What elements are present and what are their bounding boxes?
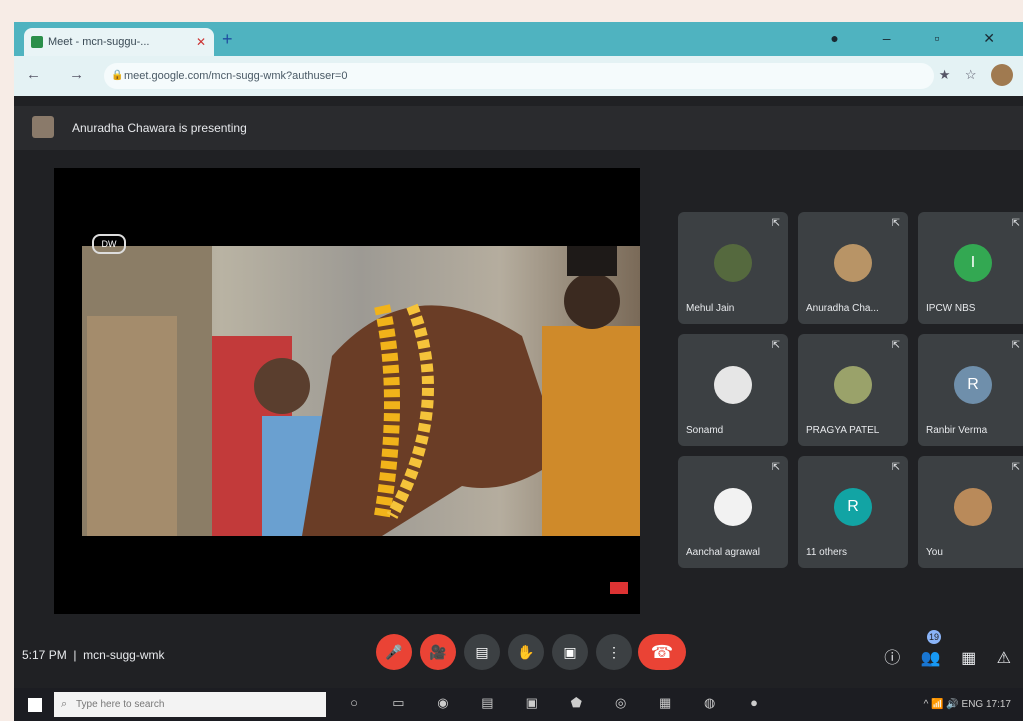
- windows-start-icon[interactable]: [28, 698, 42, 712]
- pin-icon[interactable]: ⇱: [1012, 340, 1020, 351]
- participant-tile[interactable]: ⇱ Anuradha Cha...: [798, 212, 908, 324]
- participant-tile[interactable]: ⇱ I IPCW NBS: [918, 212, 1023, 324]
- participant-name: Ranbir Verma: [926, 425, 988, 436]
- search-placeholder: Type here to search: [76, 699, 165, 710]
- meeting-details-icon[interactable]: ⓘ: [884, 644, 900, 668]
- meeting-code: mcn-sugg-wmk: [83, 648, 165, 662]
- presenting-banner: Anuradha Chawara is presenting: [14, 106, 1023, 150]
- app-icon[interactable]: ●: [744, 695, 764, 710]
- participant-tile[interactable]: ⇱ Sonamd: [678, 334, 788, 446]
- avatar: I: [954, 244, 992, 282]
- avatar: [954, 488, 992, 526]
- app-icon[interactable]: ◎: [611, 695, 631, 711]
- url-field[interactable]: 🔒 meet.google.com/mcn-sugg-wmk?authuser=…: [104, 63, 934, 89]
- app-icon[interactable]: ⬟: [566, 695, 586, 711]
- participant-tile[interactable]: ⇱ R Ranbir Verma: [918, 334, 1023, 446]
- raise-hand-icon[interactable]: ✋: [508, 634, 544, 670]
- participant-tile[interactable]: ⇱ You: [918, 456, 1023, 568]
- present-screen-icon[interactable]: ▣: [552, 634, 588, 670]
- browser-actions: ★ ☆: [929, 64, 1013, 86]
- pin-icon[interactable]: ⇱: [1012, 218, 1020, 229]
- new-tab-button[interactable]: +: [222, 29, 233, 50]
- app-icon[interactable]: ▦: [655, 695, 675, 711]
- taskbar-apps: ○ ▭ ◉ ▤ ▣ ⬟ ◎ ▦ ◍ ●: [344, 694, 784, 712]
- pin-icon[interactable]: ⇱: [772, 340, 780, 351]
- participant-name: Anuradha Cha...: [806, 303, 879, 314]
- tab-meet[interactable]: Meet - mcn-suggu-... ✕: [24, 28, 214, 56]
- participant-tile[interactable]: ⇱ R 11 others: [798, 456, 908, 568]
- avatar: [834, 244, 872, 282]
- pin-icon[interactable]: ⇱: [772, 462, 780, 473]
- participant-tile[interactable]: ⇱ Aanchal agrawal: [678, 456, 788, 568]
- window-controls[interactable]: ● – ▫ ✕: [830, 30, 1015, 47]
- pin-icon[interactable]: ⇱: [892, 462, 900, 473]
- host-controls-icon[interactable]: ⚠: [997, 648, 1011, 668]
- tab-bar: Meet - mcn-suggu-... ✕ + ● – ▫ ✕: [14, 22, 1023, 56]
- participant-name: Sonamd: [686, 425, 724, 436]
- bookmark-icon[interactable]: ☆: [965, 67, 977, 83]
- people-icon[interactable]: 👥: [921, 648, 941, 668]
- presenting-text: Anuradha Chawara is presenting: [72, 121, 247, 135]
- search-icon: ⌕: [61, 698, 68, 710]
- avatar: R: [834, 488, 872, 526]
- profile-avatar[interactable]: [991, 64, 1013, 86]
- participant-name: PRAGYA PATEL: [806, 425, 880, 436]
- participants-count-badge: 19: [927, 630, 941, 644]
- meeting-toolbar: 5:17 PM | mcn-sugg-wmk 🎤 🎥 ▤ ✋ ▣ ⋮ ☎ 19 …: [14, 622, 1023, 688]
- taskbar-search-input[interactable]: ⌕ Type here to search: [54, 692, 326, 717]
- avatar: [714, 366, 752, 404]
- task-view-icon[interactable]: ▭: [388, 695, 408, 711]
- pin-icon[interactable]: ⇱: [892, 218, 900, 229]
- browser-window: Meet - mcn-suggu-... ✕ + ● – ▫ ✕ ← → C 🔒…: [14, 22, 1023, 721]
- extension-icon[interactable]: ★: [939, 67, 951, 83]
- meeting-time: 5:17 PM: [22, 648, 67, 662]
- url-text: meet.google.com/mcn-sugg-wmk?authuser=0: [124, 70, 348, 82]
- participant-tile[interactable]: ⇱ Mehul Jain: [678, 212, 788, 324]
- windows-taskbar: ⌕ Type here to search ○ ▭ ◉ ▤ ▣ ⬟ ◎ ▦ ◍ …: [14, 688, 1023, 721]
- forward-icon[interactable]: →: [69, 66, 96, 83]
- pin-icon[interactable]: ⇱: [772, 218, 780, 229]
- close-tab-icon[interactable]: ✕: [196, 28, 206, 56]
- presenter-avatar: [32, 116, 54, 138]
- edge-icon[interactable]: ◉: [433, 695, 453, 711]
- store-icon[interactable]: ▣: [522, 695, 542, 711]
- hang-up-button[interactable]: ☎: [638, 634, 686, 670]
- chrome-icon[interactable]: ◍: [700, 695, 720, 711]
- activities-icon[interactable]: ▦: [961, 648, 976, 668]
- avatar: [834, 366, 872, 404]
- participant-name: Aanchal agrawal: [686, 547, 760, 558]
- more-options-icon[interactable]: ⋮: [596, 634, 632, 670]
- captions-icon[interactable]: ▤: [464, 634, 500, 670]
- video-frame-image: [82, 246, 640, 536]
- address-bar-row: ← → C 🔒 meet.google.com/mcn-sugg-wmk?aut…: [14, 56, 1023, 96]
- pin-icon[interactable]: ⇱: [1012, 462, 1020, 473]
- mic-toggle-icon[interactable]: 🎤: [376, 634, 412, 670]
- meeting-info: 5:17 PM | mcn-sugg-wmk: [22, 648, 165, 662]
- side-panel-controls: ⓘ 👥 ▦ ⚠: [868, 644, 1011, 668]
- lock-icon: 🔒: [111, 70, 124, 81]
- participant-tile[interactable]: ⇱ PRAGYA PATEL: [798, 334, 908, 446]
- avatar: [714, 244, 752, 282]
- tab-title: Meet - mcn-suggu-...: [48, 36, 150, 48]
- participant-name: IPCW NBS: [926, 303, 976, 314]
- participant-name: 11 others: [806, 547, 847, 558]
- avatar: R: [954, 366, 992, 404]
- participant-name: Mehul Jain: [686, 303, 735, 314]
- camera-toggle-icon[interactable]: 🎥: [420, 634, 456, 670]
- avatar: [714, 488, 752, 526]
- video-badge: [610, 582, 628, 594]
- cortana-icon[interactable]: ○: [344, 695, 364, 710]
- back-icon[interactable]: ←: [26, 66, 53, 83]
- system-tray[interactable]: ^ 📶 🔊 ENG 17:17: [924, 688, 1011, 721]
- participant-name: You: [926, 547, 943, 558]
- meet-favicon-icon: [31, 36, 43, 48]
- file-explorer-icon[interactable]: ▤: [477, 695, 497, 711]
- video-watermark: DW: [92, 234, 126, 254]
- pin-icon[interactable]: ⇱: [892, 340, 900, 351]
- presentation-stage: DW: [54, 168, 640, 614]
- shared-video: [82, 246, 640, 536]
